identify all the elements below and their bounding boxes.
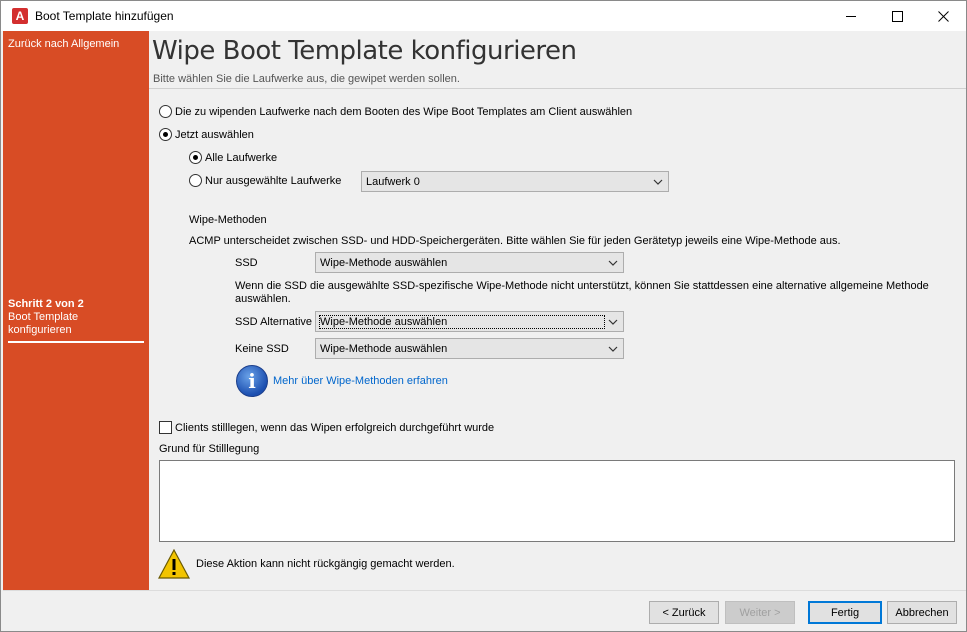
drive-select[interactable]: Laufwerk 0 bbox=[361, 171, 669, 192]
decommission-checkbox[interactable]: Clients stilllegen, wenn das Wipen erfol… bbox=[159, 421, 494, 434]
next-button[interactable]: Weiter > bbox=[725, 601, 795, 624]
warning-icon bbox=[158, 549, 190, 579]
ssd-alternative-label: SSD Alternative bbox=[235, 316, 313, 328]
radio-select-after-boot[interactable]: Die zu wipenden Laufwerke nach dem Boote… bbox=[159, 105, 632, 118]
chevron-down-icon bbox=[608, 260, 618, 266]
minimize-icon bbox=[845, 15, 856, 17]
radio-select-after-boot-label: Die zu wipenden Laufwerke nach dem Boote… bbox=[175, 105, 633, 118]
drive-select-value: Laufwerk 0 bbox=[366, 175, 420, 188]
checkbox-box bbox=[159, 421, 172, 434]
radio-circle bbox=[189, 174, 202, 187]
cancel-button[interactable]: Abbrechen bbox=[887, 601, 957, 624]
page-title: Wipe Boot Template konfigurieren bbox=[152, 36, 577, 66]
current-step: Schritt 2 von 2 Boot Template konfigurie… bbox=[8, 298, 144, 337]
radio-select-now-label: Jetzt auswählen bbox=[175, 128, 254, 141]
window-title: Boot Template hinzufügen bbox=[35, 9, 174, 23]
ssd-method-select[interactable]: Wipe-Methode auswählen bbox=[315, 252, 624, 273]
acmp-app-icon: A bbox=[12, 8, 28, 24]
chevron-down-icon bbox=[653, 179, 663, 185]
decommission-reason-label: Grund für Stilllegung bbox=[159, 443, 260, 455]
radio-circle bbox=[159, 105, 172, 118]
back-button[interactable]: < Zurück bbox=[649, 601, 719, 624]
ssd-label: SSD bbox=[235, 257, 258, 269]
radio-all-drives-label: Alle Laufwerke bbox=[205, 151, 278, 164]
wizard-sidebar: Zurück nach Allgemein Schritt 2 von 2 Bo… bbox=[3, 31, 149, 590]
more-wipe-methods-link[interactable]: Mehr über Wipe-Methoden erfahren bbox=[273, 375, 448, 387]
close-button[interactable] bbox=[920, 1, 966, 31]
title-bar: A Boot Template hinzufügen bbox=[1, 1, 966, 31]
warning-text: Diese Aktion kann nicht rückgängig gemac… bbox=[196, 558, 455, 570]
wipe-methods-heading: Wipe-Methoden bbox=[189, 214, 267, 226]
no-ssd-label: Keine SSD bbox=[235, 343, 289, 355]
no-ssd-value: Wipe-Methode auswählen bbox=[320, 342, 448, 355]
ssd-alternative-select[interactable]: Wipe-Methode auswählen bbox=[315, 311, 624, 332]
header-divider bbox=[149, 88, 966, 89]
chevron-down-icon bbox=[608, 319, 618, 325]
wipe-methods-description: ACMP unterscheidet zwischen SSD- und HDD… bbox=[189, 235, 841, 247]
decommission-checkbox-label: Clients stilllegen, wenn das Wipen erfol… bbox=[175, 421, 495, 434]
back-to-general-link[interactable]: Zurück nach Allgemein bbox=[8, 38, 138, 51]
radio-circle-checked bbox=[159, 128, 172, 141]
radio-all-drives[interactable]: Alle Laufwerke bbox=[189, 151, 277, 164]
page-subtitle: Bitte wählen Sie die Laufwerke aus, die … bbox=[153, 73, 460, 85]
step-underline bbox=[8, 341, 144, 343]
decommission-reason-field[interactable] bbox=[159, 460, 955, 542]
finish-button[interactable]: Fertig bbox=[808, 601, 882, 624]
radio-selected-drives-label: Nur ausgewählte Laufwerke bbox=[205, 174, 342, 187]
ssd-alternative-value: Wipe-Methode auswählen bbox=[319, 314, 605, 329]
wizard-footer: < Zurück Weiter > Fertig Abbrechen bbox=[3, 590, 966, 631]
ssd-method-value: Wipe-Methode auswählen bbox=[320, 256, 448, 269]
maximize-button[interactable] bbox=[874, 1, 920, 31]
radio-circle-checked bbox=[189, 151, 202, 164]
close-icon bbox=[937, 10, 949, 22]
dialog-window: A Boot Template hinzufügen Zurück nach A… bbox=[0, 0, 967, 632]
chevron-down-icon bbox=[608, 346, 618, 352]
info-icon: i bbox=[236, 365, 268, 397]
radio-selected-drives[interactable]: Nur ausgewählte Laufwerke bbox=[189, 174, 341, 187]
maximize-icon bbox=[891, 10, 903, 22]
ssd-alternative-note: Wenn die SSD die ausgewählte SSD-spezifi… bbox=[235, 280, 929, 305]
step-counter: Schritt 2 von 2 bbox=[8, 298, 84, 310]
wizard-content: Wipe Boot Template konfigurieren Bitte w… bbox=[149, 31, 966, 590]
step-title: Boot Template konfigurieren bbox=[8, 311, 79, 336]
radio-select-now[interactable]: Jetzt auswählen bbox=[159, 128, 254, 141]
no-ssd-select[interactable]: Wipe-Methode auswählen bbox=[315, 338, 624, 359]
minimize-button[interactable] bbox=[828, 1, 874, 31]
